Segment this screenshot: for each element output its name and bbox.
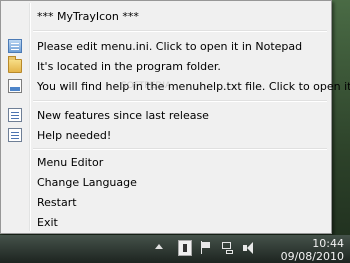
menu-item-program-folder[interactable]: It's located in the program folder. [3,56,329,76]
document-icon [8,108,22,122]
menu-item-restart[interactable]: Restart [3,192,329,212]
menu-item-menu-editor[interactable]: Menu Editor [3,152,329,172]
system-clock[interactable]: 10:44 09/08/2010 [264,237,344,263]
menu-item-label: Menu Editor [37,155,104,169]
menu-item-label: It's located in the program folder. [37,59,221,73]
menu-title-item[interactable]: *** MyTrayIcon *** [3,6,329,26]
menu-separator [33,148,327,150]
help-file-icon [8,79,22,93]
folder-icon [8,56,22,73]
menu-item-label: New features since last release [37,108,209,122]
menu-item-new-features[interactable]: New features since last release [3,105,329,125]
menu-item-edit-menu-ini[interactable]: Please edit menu.ini. Click to open it i… [3,36,329,56]
document-icon [8,128,22,142]
clock-date: 09/08/2010 [280,250,344,263]
menu-item-label: Help needed! [37,128,112,142]
network-icon[interactable] [221,240,235,256]
menu-item-change-language[interactable]: Change Language [3,172,329,192]
notepad-icon [8,39,22,53]
menu-item-label: Restart [37,195,77,209]
menu-item-help-needed[interactable]: Help needed! [3,125,329,145]
menu-separator [33,100,327,102]
menu-item-exit[interactable]: Exit [3,212,329,232]
menu-item-label: Please edit menu.ini. Click to open it i… [37,39,303,53]
mytrayicon-tray-icon[interactable] [178,240,192,256]
action-center-flag-icon[interactable] [199,240,213,256]
taskbar: 10:44 09/08/2010 [0,235,350,263]
menu-item-label: You will find help in the menuhelp.txt f… [37,79,350,93]
volume-icon[interactable] [242,240,256,256]
menu-item-label: Exit [37,215,58,229]
menu-item-open-help-file[interactable]: You will find help in the menuhelp.txt f… [3,76,350,96]
show-hidden-icons-icon[interactable] [155,244,163,249]
menu-item-label: Change Language [37,175,137,189]
clock-time: 10:44 [312,237,344,250]
menu-separator [33,30,327,32]
tray-context-menu: *** MyTrayIcon *** Please edit menu.ini.… [0,0,350,234]
menu-title: *** MyTrayIcon *** [37,9,139,23]
